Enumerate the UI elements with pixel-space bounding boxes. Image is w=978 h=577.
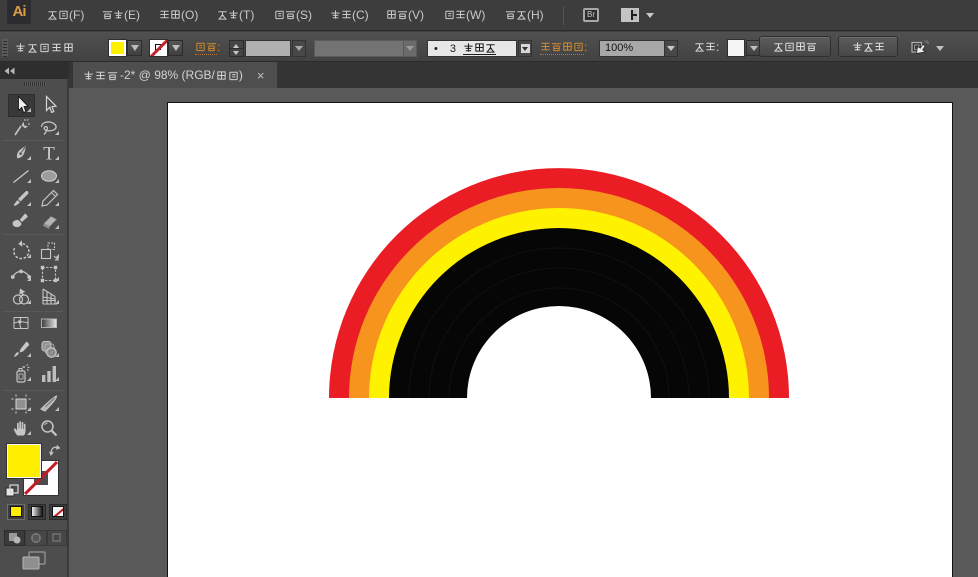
svg-text:T: T [43,144,55,165]
